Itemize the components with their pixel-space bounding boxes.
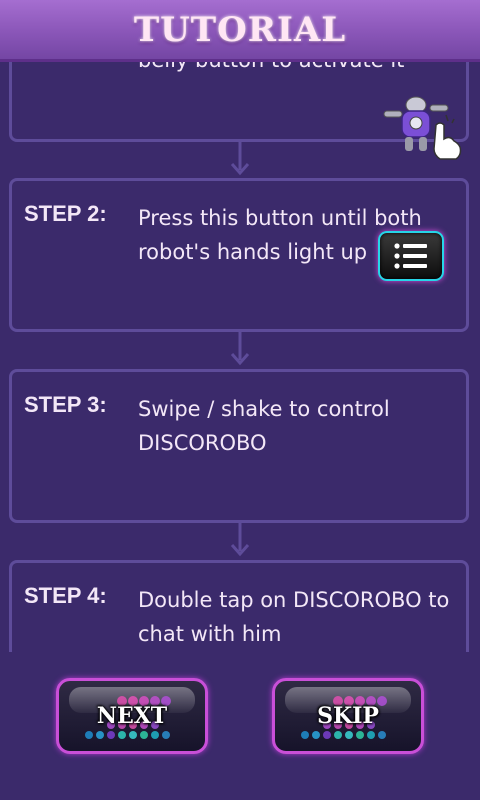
page-title: TUTORIAL — [133, 9, 347, 50]
next-button-label: NEXT — [96, 703, 168, 729]
step-2-label: STEP 2: — [24, 201, 107, 226]
step-card-3: STEP 3: Swipe / shake to control DISCORO… — [9, 369, 469, 523]
skip-button-label: SKIP — [317, 703, 379, 729]
menu-list-icon — [378, 231, 444, 281]
down-arrow-icon — [230, 142, 250, 176]
next-button[interactable]: NEXT — [56, 678, 208, 754]
header-bar: TUTORIAL — [0, 0, 480, 62]
step-card-4: STEP 4: Double tap on DISCOROBO to chat … — [9, 560, 469, 652]
skip-button[interactable]: SKIP — [272, 678, 424, 754]
step-4-text: Double tap on DISCOROBO to chat with him — [138, 588, 450, 646]
step-3-label: STEP 3: — [24, 392, 107, 417]
tutorial-steps-list[interactable]: belly button to activate it STEP 2: Pres… — [0, 0, 480, 652]
step-4-label: STEP 4: — [24, 583, 107, 608]
down-arrow-icon — [230, 523, 250, 557]
down-arrow-icon — [230, 332, 250, 366]
step-card-2: STEP 2: Press this button until both rob… — [9, 178, 469, 332]
step-3-text: Swipe / shake to control DISCOROBO — [138, 397, 390, 455]
robot-icon — [383, 96, 462, 160]
